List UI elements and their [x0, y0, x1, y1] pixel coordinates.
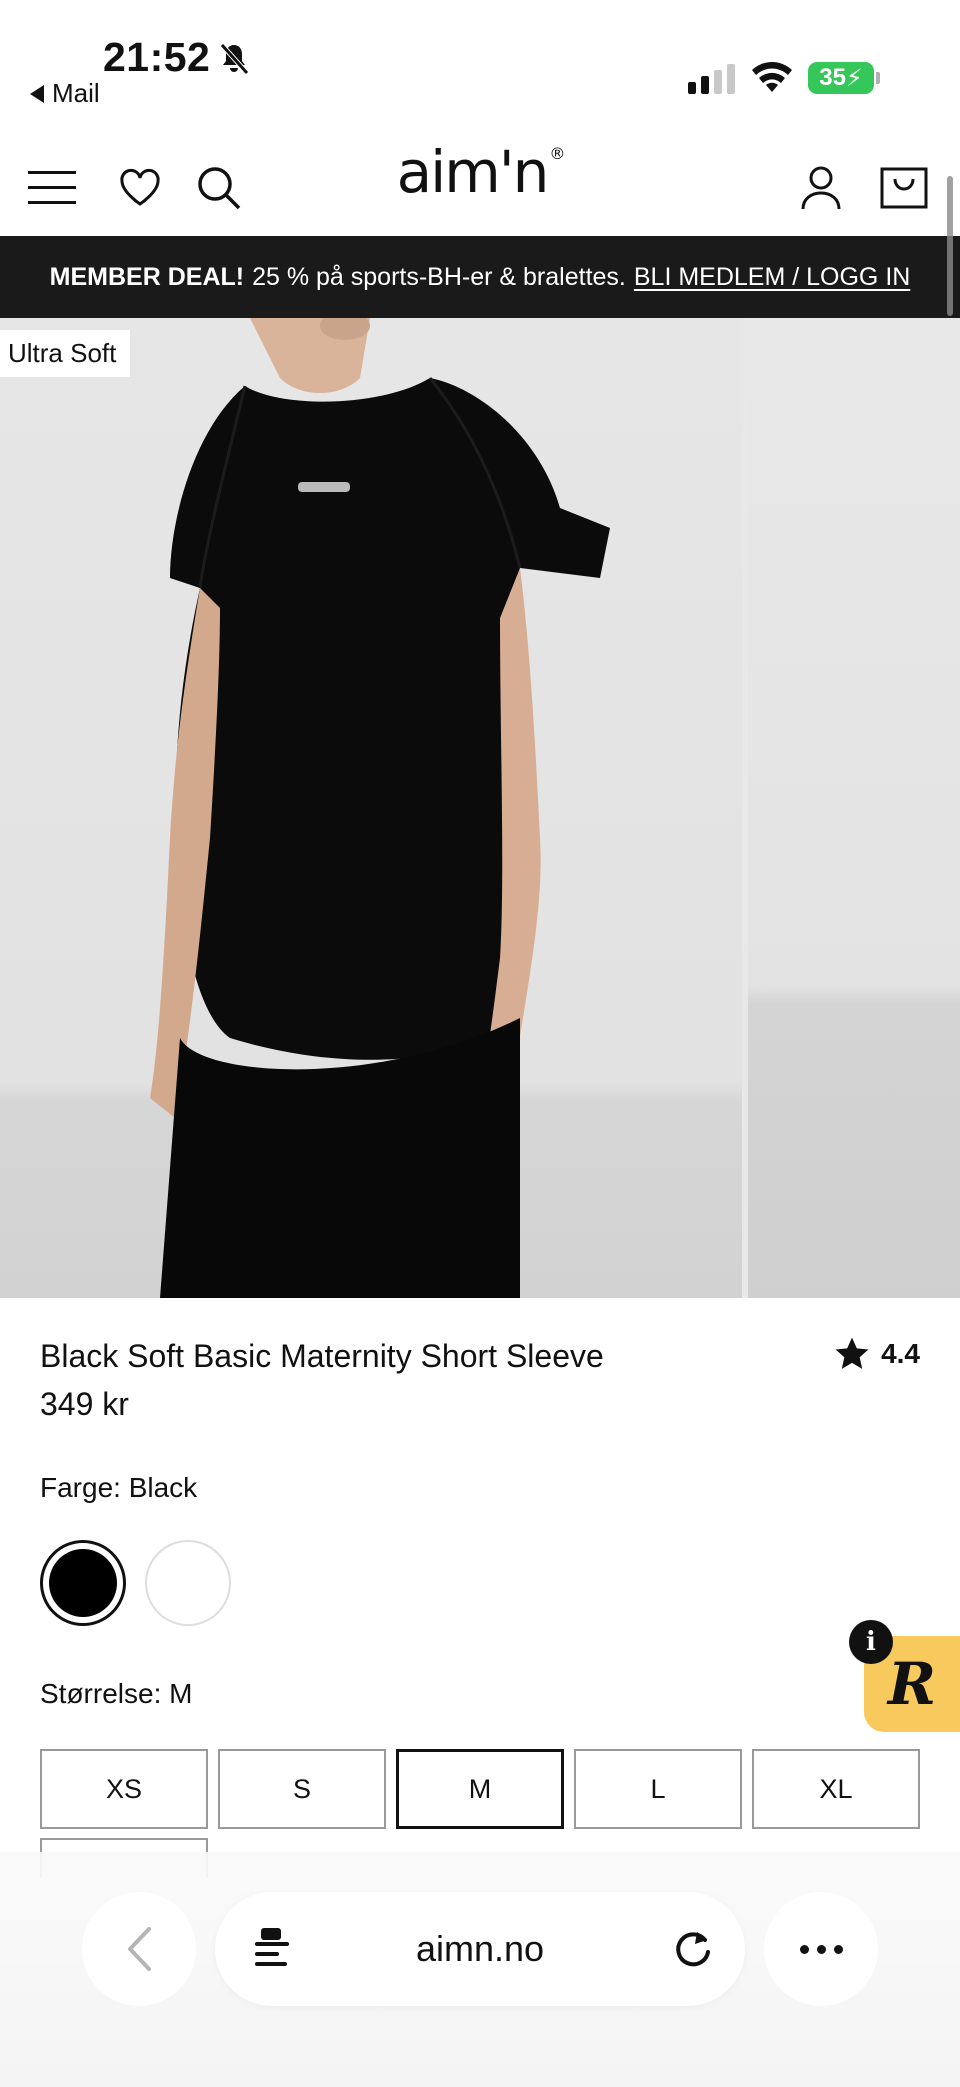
muted-bell-icon [220, 43, 249, 75]
status-time: 21:52 [103, 34, 211, 80]
cart-icon [880, 167, 928, 209]
star-icon [835, 1337, 869, 1369]
info-icon[interactable]: i [849, 1620, 893, 1664]
battery-cap [876, 72, 880, 84]
ultra-soft-tag: Ultra Soft [0, 330, 131, 377]
page-scrollbar[interactable] [947, 176, 953, 316]
status-bar: 21:52 Mail 35 ⚡ [0, 0, 960, 140]
account-icon [801, 166, 841, 210]
wifi-icon [752, 62, 792, 92]
more-options-button[interactable] [764, 1892, 878, 2006]
product-image-main[interactable] [0, 318, 742, 1298]
site-logo[interactable]: aim'n ® [380, 142, 580, 202]
product-image-next[interactable] [748, 318, 960, 1298]
size-option-l[interactable]: L [574, 1749, 742, 1829]
size-option-xs[interactable]: XS [40, 1749, 208, 1829]
account-button[interactable] [796, 140, 846, 236]
product-price: 349 kr [40, 1386, 129, 1422]
color-swatch-white[interactable] [145, 1540, 231, 1626]
rating-value: 4.4 [881, 1338, 920, 1369]
search-button[interactable] [194, 140, 244, 236]
back-app-label: Mail [52, 78, 100, 108]
back-to-mail-link[interactable]: Mail [30, 78, 100, 109]
battery-indicator: 35 ⚡ [808, 62, 874, 94]
url-text: aimn.no [415, 1928, 545, 1969]
promo-heading: MEMBER DEAL! [49, 262, 245, 291]
browser-back-button[interactable] [82, 1892, 196, 2006]
color-swatch-black[interactable] [40, 1540, 126, 1626]
reload-icon[interactable] [671, 1926, 715, 1972]
menu-icon [28, 171, 76, 204]
promo-text: 25 % på sports-BH-er & bralettes. [252, 262, 626, 291]
more-dot-icon [799, 1944, 809, 1954]
cart-button[interactable] [878, 140, 930, 236]
back-triangle-icon [30, 84, 44, 103]
product-rating[interactable]: 4.4 [833, 1336, 920, 1372]
menu-button[interactable] [22, 140, 82, 236]
size-option-m[interactable]: M [396, 1749, 564, 1829]
heart-icon [120, 168, 160, 206]
member-deal-banner: MEMBER DEAL! 25 % på sports-BH-er & bral… [0, 236, 960, 318]
chevron-left-icon [128, 1927, 151, 1971]
cellular-signal-icon [688, 62, 735, 94]
model-figure [150, 318, 610, 1298]
search-icon [198, 167, 241, 210]
size-option-xl[interactable]: XL [752, 1749, 920, 1829]
product-title: Black Soft Basic Maternity Short Sleeve [40, 1338, 604, 1374]
wishlist-button[interactable] [114, 140, 166, 236]
color-label: Farge: Black [40, 1472, 198, 1503]
promo-login-link[interactable]: BLI MEDLEM / LOGG IN [634, 263, 910, 292]
size-option-s[interactable]: S [218, 1749, 386, 1829]
product-gallery[interactable]: Ultra Soft [0, 318, 960, 1298]
size-label: Størrelse: M [40, 1678, 193, 1709]
address-bar[interactable]: aimn.no [215, 1892, 745, 2006]
